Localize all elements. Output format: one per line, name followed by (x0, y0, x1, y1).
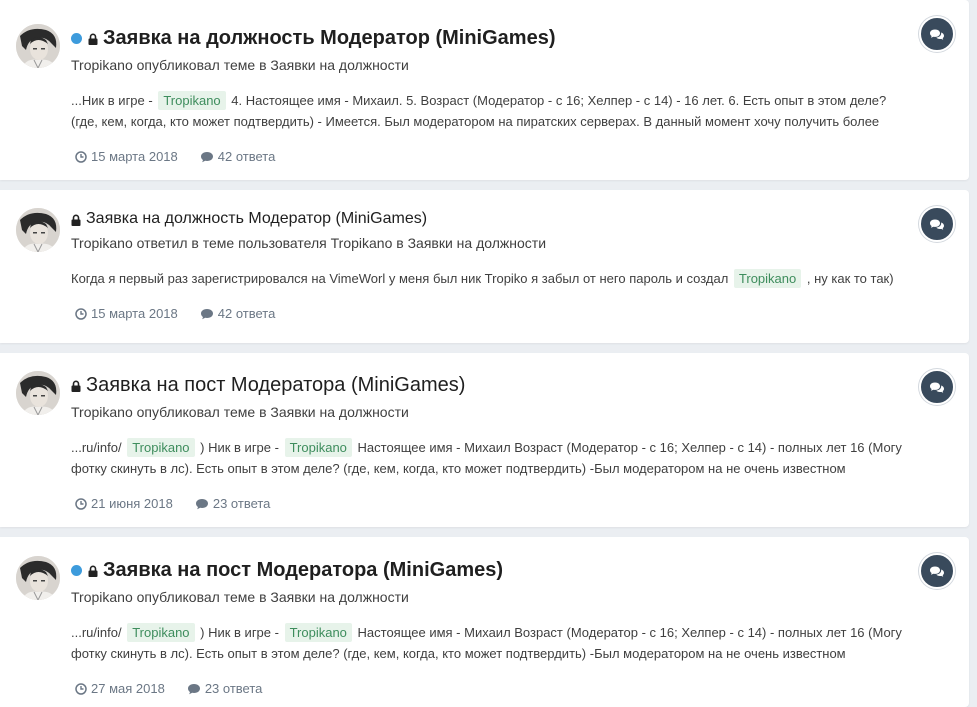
search-result-card: Заявка на пост Модератора (MiniGames) Tro… (0, 353, 969, 527)
avatar[interactable] (16, 556, 60, 600)
snippet-text: ...Ник в игре - (71, 93, 157, 108)
comment-icon (195, 498, 208, 509)
result-subline: Tropikano ответил в теме пользователя Tr… (71, 235, 547, 251)
avatar-image (16, 371, 60, 415)
result-meta: 27 мая 2018 23 ответа (75, 681, 909, 696)
avatar-image (16, 208, 60, 252)
date-text: 27 мая 2018 (91, 681, 165, 696)
replies-link[interactable]: 23 ответа (195, 496, 271, 511)
search-result-card: Заявка на должность Модератор (MiniGames… (0, 0, 969, 180)
replies-link[interactable]: 42 ответа (200, 149, 276, 164)
result-snippet: ...ru/info/ Tropikano ) Ник в игре - Tro… (71, 622, 909, 664)
date-text: 15 марта 2018 (91, 149, 178, 164)
avatar-image (16, 556, 60, 600)
lock-glyph (71, 380, 81, 392)
date-link[interactable]: 15 марта 2018 (75, 149, 178, 164)
result-subline: Tropikano опубликовал теме в Заявки на д… (71, 57, 409, 73)
result-snippet: ...ru/info/ Tropikano ) Ник в игре - Tro… (71, 437, 909, 479)
content-type-badge (919, 206, 955, 242)
lock-glyph (88, 33, 98, 45)
replies-link[interactable]: 42 ответа (200, 306, 276, 321)
search-term-highlight: Tropikano (284, 438, 352, 457)
comment-icon (200, 151, 213, 162)
result-content: Заявка на должность Модератор (MiniGames… (71, 24, 909, 164)
unread-indicator (71, 564, 82, 576)
snippet-text: ) Ник в игре - (196, 625, 283, 640)
title-row: Заявка на пост Модератора (MiniGames) (71, 371, 909, 399)
replies-link[interactable]: 23 ответа (187, 681, 263, 696)
date-link[interactable]: 15 марта 2018 (75, 306, 178, 321)
lock-glyph (71, 214, 81, 226)
replies-text: 23 ответа (204, 681, 263, 696)
avatar[interactable] (16, 24, 60, 68)
result-subline: Tropikano опубликовал теме в Заявки на д… (71, 589, 409, 605)
content-type-badge (919, 553, 955, 589)
lock-icon (71, 213, 81, 226)
title-row: Заявка на должность Модератор (MiniGames… (71, 208, 909, 230)
snippet-text: Когда я первый раз зарегистрировался на … (71, 271, 732, 286)
result-meta: 21 июня 2018 23 ответа (75, 496, 909, 511)
lock-icon (71, 379, 81, 392)
avatar-image (16, 24, 60, 68)
search-term-highlight: Tropikano (127, 438, 195, 457)
lock-glyph (88, 565, 98, 577)
search-term-highlight: Tropikano (284, 623, 352, 642)
result-content: Заявка на пост Модератора (MiniGames) Tro… (71, 371, 909, 512)
snippet-text: ) Ник в игре - (196, 440, 283, 455)
snippet-text: , ну как то так) (803, 271, 894, 286)
comments-icon (930, 219, 944, 230)
snippet-text: ...ru/info/ (71, 440, 126, 455)
unread-indicator (71, 32, 82, 44)
date-text: 15 марта 2018 (91, 306, 178, 321)
replies-text: 42 ответа (217, 149, 276, 164)
clock-icon (75, 307, 87, 320)
result-title-link[interactable]: Заявка на пост Модератора (MiniGames) (86, 374, 465, 397)
date-link[interactable]: 21 июня 2018 (75, 496, 173, 511)
result-subline: Tropikano опубликовал теме в Заявки на д… (71, 404, 409, 420)
result-snippet: ...Ник в игре - Tropikano 4. Настоящее и… (71, 90, 909, 132)
search-result-card: Заявка на пост Модератора (MiniGames) Tro… (0, 537, 969, 707)
content-type-badge (919, 369, 955, 405)
result-content: Заявка на должность Модератор (MiniGames… (71, 208, 909, 321)
replies-text: 23 ответа (212, 496, 271, 511)
comment-icon (187, 683, 200, 694)
comments-icon (930, 29, 944, 40)
clock-icon (75, 497, 87, 510)
search-term-highlight: Tropikano (127, 623, 195, 642)
date-link[interactable]: 27 мая 2018 (75, 681, 165, 696)
result-title-link[interactable]: Заявка на пост Модератора (MiniGames) (103, 559, 503, 582)
comments-icon (930, 566, 944, 577)
comment-icon (200, 308, 213, 319)
avatar[interactable] (16, 208, 60, 252)
clock-icon (75, 150, 87, 163)
result-content: Заявка на пост Модератора (MiniGames) Tro… (71, 556, 909, 696)
result-meta: 15 марта 2018 42 ответа (75, 149, 909, 164)
clock-icon (75, 682, 87, 695)
replies-text: 42 ответа (217, 306, 276, 321)
title-row: Заявка на должность Модератор (MiniGames… (71, 24, 909, 52)
snippet-text: ...ru/info/ (71, 625, 126, 640)
lock-icon (88, 32, 98, 45)
date-text: 21 июня 2018 (91, 496, 173, 511)
title-row: Заявка на пост Модератора (MiniGames) (71, 556, 909, 584)
result-title-link[interactable]: Заявка на должность Модератор (MiniGames… (86, 210, 427, 228)
lock-icon (88, 564, 98, 577)
result-title-link[interactable]: Заявка на должность Модератор (MiniGames… (103, 27, 555, 50)
search-term-highlight: Tropikano (733, 269, 802, 288)
search-term-highlight: Tropikano (158, 91, 226, 110)
comments-icon (930, 382, 944, 393)
result-meta: 15 марта 2018 42 ответа (75, 306, 909, 321)
avatar[interactable] (16, 371, 60, 415)
result-snippet: Когда я первый раз зарегистрировался на … (71, 268, 909, 289)
search-result-card: Заявка на должность Модератор (MiniGames… (0, 190, 969, 343)
content-type-badge (919, 16, 955, 52)
